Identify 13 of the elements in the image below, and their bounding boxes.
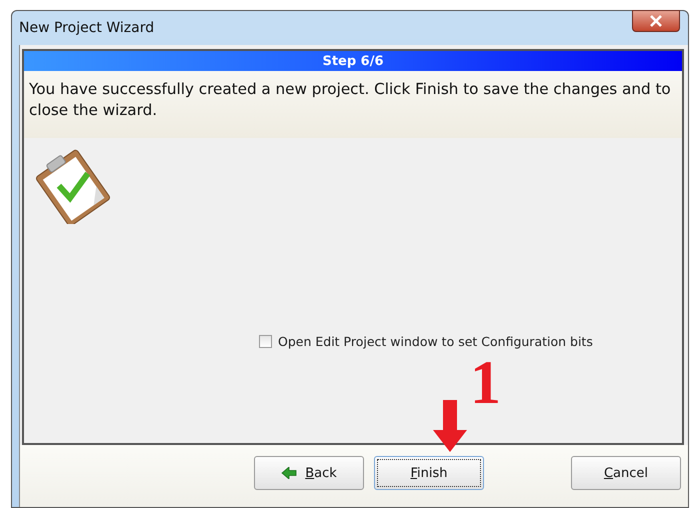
window-title: New Project Wizard xyxy=(19,20,154,36)
step-banner: Step 6/6 xyxy=(24,51,682,71)
close-icon xyxy=(649,15,663,27)
checkbox-label: Open Edit Project window to set Configuration bits xyxy=(278,334,593,349)
back-button[interactable]: Back xyxy=(254,456,364,490)
close-button[interactable] xyxy=(632,10,680,32)
dialog-button[interactable]: Cancel xyxy=(571,456,681,490)
annotation-number: 1 xyxy=(470,352,501,414)
dialog-button[interactable]: Finish xyxy=(374,456,484,490)
message-text: You have successfully created a new project. Click Finish to save the changes and to close the wizard. xyxy=(24,71,682,138)
annotation-arrow xyxy=(433,400,467,452)
back-arrow-icon xyxy=(281,467,298,479)
checkbox[interactable] xyxy=(259,335,272,348)
